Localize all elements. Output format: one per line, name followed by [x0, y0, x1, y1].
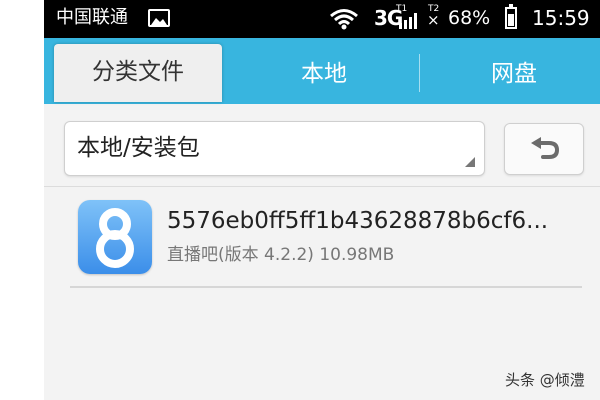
tab-local[interactable]: 本地 — [264, 60, 384, 88]
divider — [44, 186, 600, 187]
file-name: 5576eb0ff5ff1b43628878b6cf6... — [167, 208, 549, 234]
battery-percentage: 68% — [448, 7, 491, 29]
tab-divider — [419, 54, 420, 92]
tab-category-files[interactable]: 分类文件 — [54, 44, 222, 102]
signal-icon — [399, 13, 419, 33]
tab-cloud-disk[interactable]: 网盘 — [444, 60, 584, 88]
tab-bar: 分类文件 本地 网盘 — [44, 38, 600, 104]
tab-label: 分类文件 — [92, 59, 184, 85]
current-path: 本地/安装包 — [77, 135, 200, 161]
battery-icon — [505, 4, 517, 29]
path-dropdown[interactable]: 本地/安装包 — [64, 121, 485, 176]
file-details: 直播吧(版本 4.2.2) 10.98MB — [167, 245, 395, 265]
wifi-icon — [329, 8, 359, 34]
carrier-name: 中国联通 — [56, 7, 128, 28]
phone-screen: 中国联通 3G T1 T2 × 68% 15:59 分类文件 本地 网盘 本地/… — [44, 0, 600, 400]
back-button[interactable] — [504, 123, 584, 175]
status-bar: 中国联通 3G T1 T2 × 68% 15:59 — [44, 0, 600, 38]
dropdown-arrow-icon — [465, 157, 475, 167]
file-list-item[interactable]: 5576eb0ff5ff1b43628878b6cf6... 直播吧(版本 4.… — [44, 192, 600, 284]
watermark: 头条 @倾澧 — [505, 371, 585, 389]
app-8-icon — [78, 200, 152, 274]
image-icon — [148, 9, 170, 27]
back-arrow-icon — [529, 137, 561, 165]
divider — [70, 286, 582, 288]
clock: 15:59 — [532, 6, 590, 30]
no-signal-icon: × — [427, 11, 440, 29]
